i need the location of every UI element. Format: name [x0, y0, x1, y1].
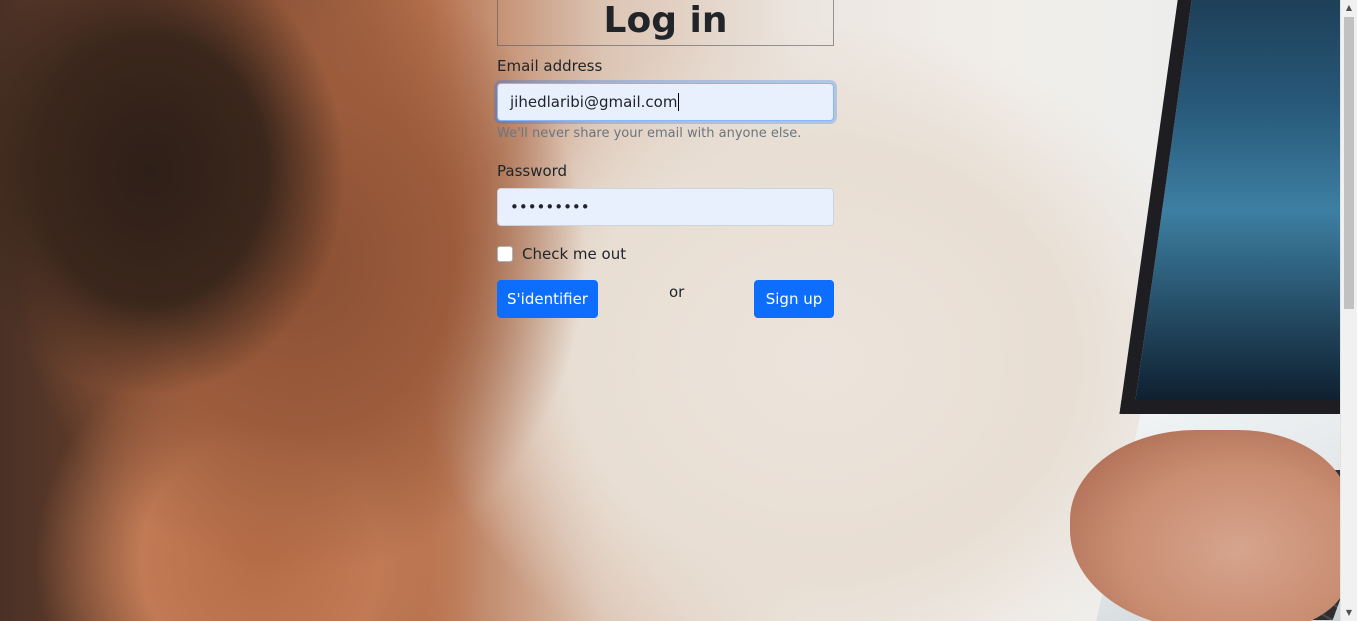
- check-me-out-label[interactable]: Check me out: [522, 245, 626, 263]
- form-actions: S'identifier or Sign up: [497, 280, 834, 318]
- password-value: •••••••••: [510, 198, 590, 216]
- email-label: Email address: [497, 57, 603, 75]
- login-button[interactable]: S'identifier: [497, 280, 598, 318]
- text-caret: [678, 93, 680, 111]
- password-field[interactable]: •••••••••: [497, 188, 834, 226]
- hand-image: [1070, 430, 1350, 621]
- scroll-down-arrow-icon[interactable]: ▼: [1341, 605, 1357, 621]
- sign-up-button[interactable]: Sign up: [754, 280, 834, 318]
- check-me-out-checkbox[interactable]: [497, 246, 513, 262]
- login-form: Log in Email address jihedlaribi@gmail.c…: [497, 0, 834, 318]
- email-help-text: We'll never share your email with anyone…: [497, 126, 802, 141]
- scroll-up-arrow-icon[interactable]: ▲: [1341, 0, 1357, 16]
- email-field[interactable]: jihedlaribi@gmail.com: [497, 83, 834, 121]
- page: Log in Email address jihedlaribi@gmail.c…: [0, 0, 1357, 621]
- page-title: Log in: [603, 0, 728, 41]
- check-me-out-row: Check me out: [497, 245, 834, 263]
- password-label: Password: [497, 162, 568, 180]
- or-separator: or: [669, 283, 685, 301]
- title-box: Log in: [497, 0, 834, 46]
- email-value: jihedlaribi@gmail.com: [510, 93, 678, 111]
- scroll-thumb[interactable]: [1344, 17, 1354, 309]
- vertical-scrollbar[interactable]: ▲ ▼: [1340, 0, 1357, 621]
